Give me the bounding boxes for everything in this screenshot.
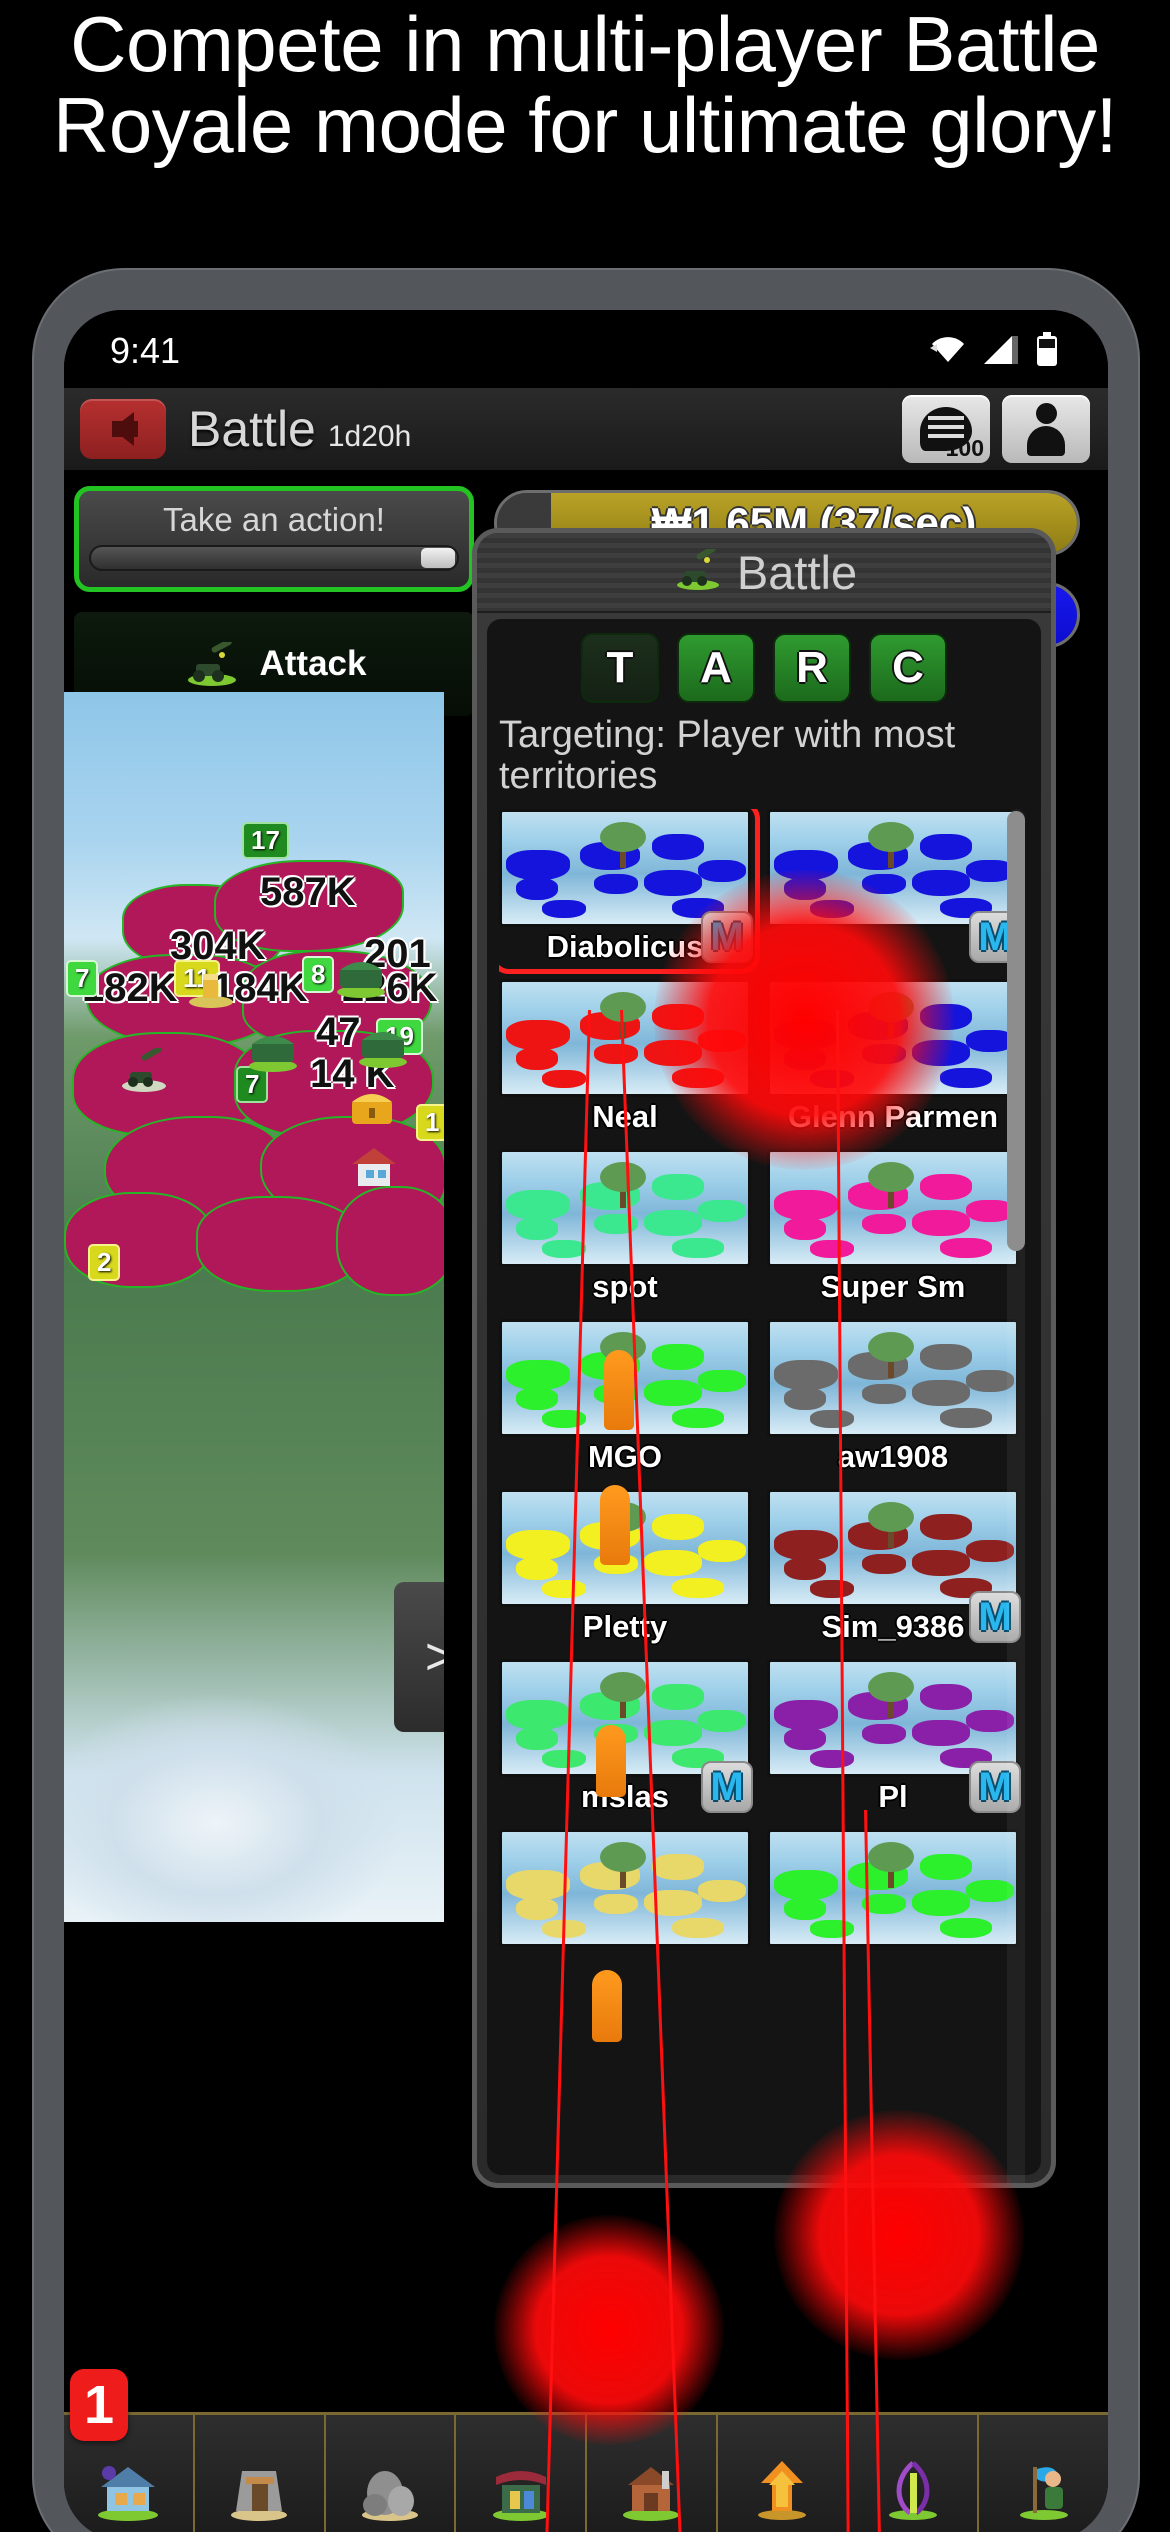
combat-effects-overlay xyxy=(64,310,1108,2532)
attack-tracer xyxy=(864,1809,887,2532)
missile-icon xyxy=(592,1970,622,2042)
attack-tracer xyxy=(536,1010,591,2532)
promo-headline: Compete in multi-player Battle Royale mo… xyxy=(53,0,1117,170)
explosion-effect xyxy=(494,2215,724,2445)
screenshot-root: Compete in multi-player Battle Royale mo… xyxy=(0,0,1170,2532)
attack-tracer xyxy=(620,1009,694,2532)
missile-icon xyxy=(604,1350,634,1430)
phone-screen: 9:41 Battle 1d20h 100 Take an action! At… xyxy=(64,310,1108,2532)
attack-tracer xyxy=(836,1009,852,2532)
explosion-effect xyxy=(654,870,954,1170)
missile-icon xyxy=(600,1485,630,1565)
missile-icon xyxy=(596,1725,626,1797)
explosion-effect xyxy=(774,2110,1024,2360)
